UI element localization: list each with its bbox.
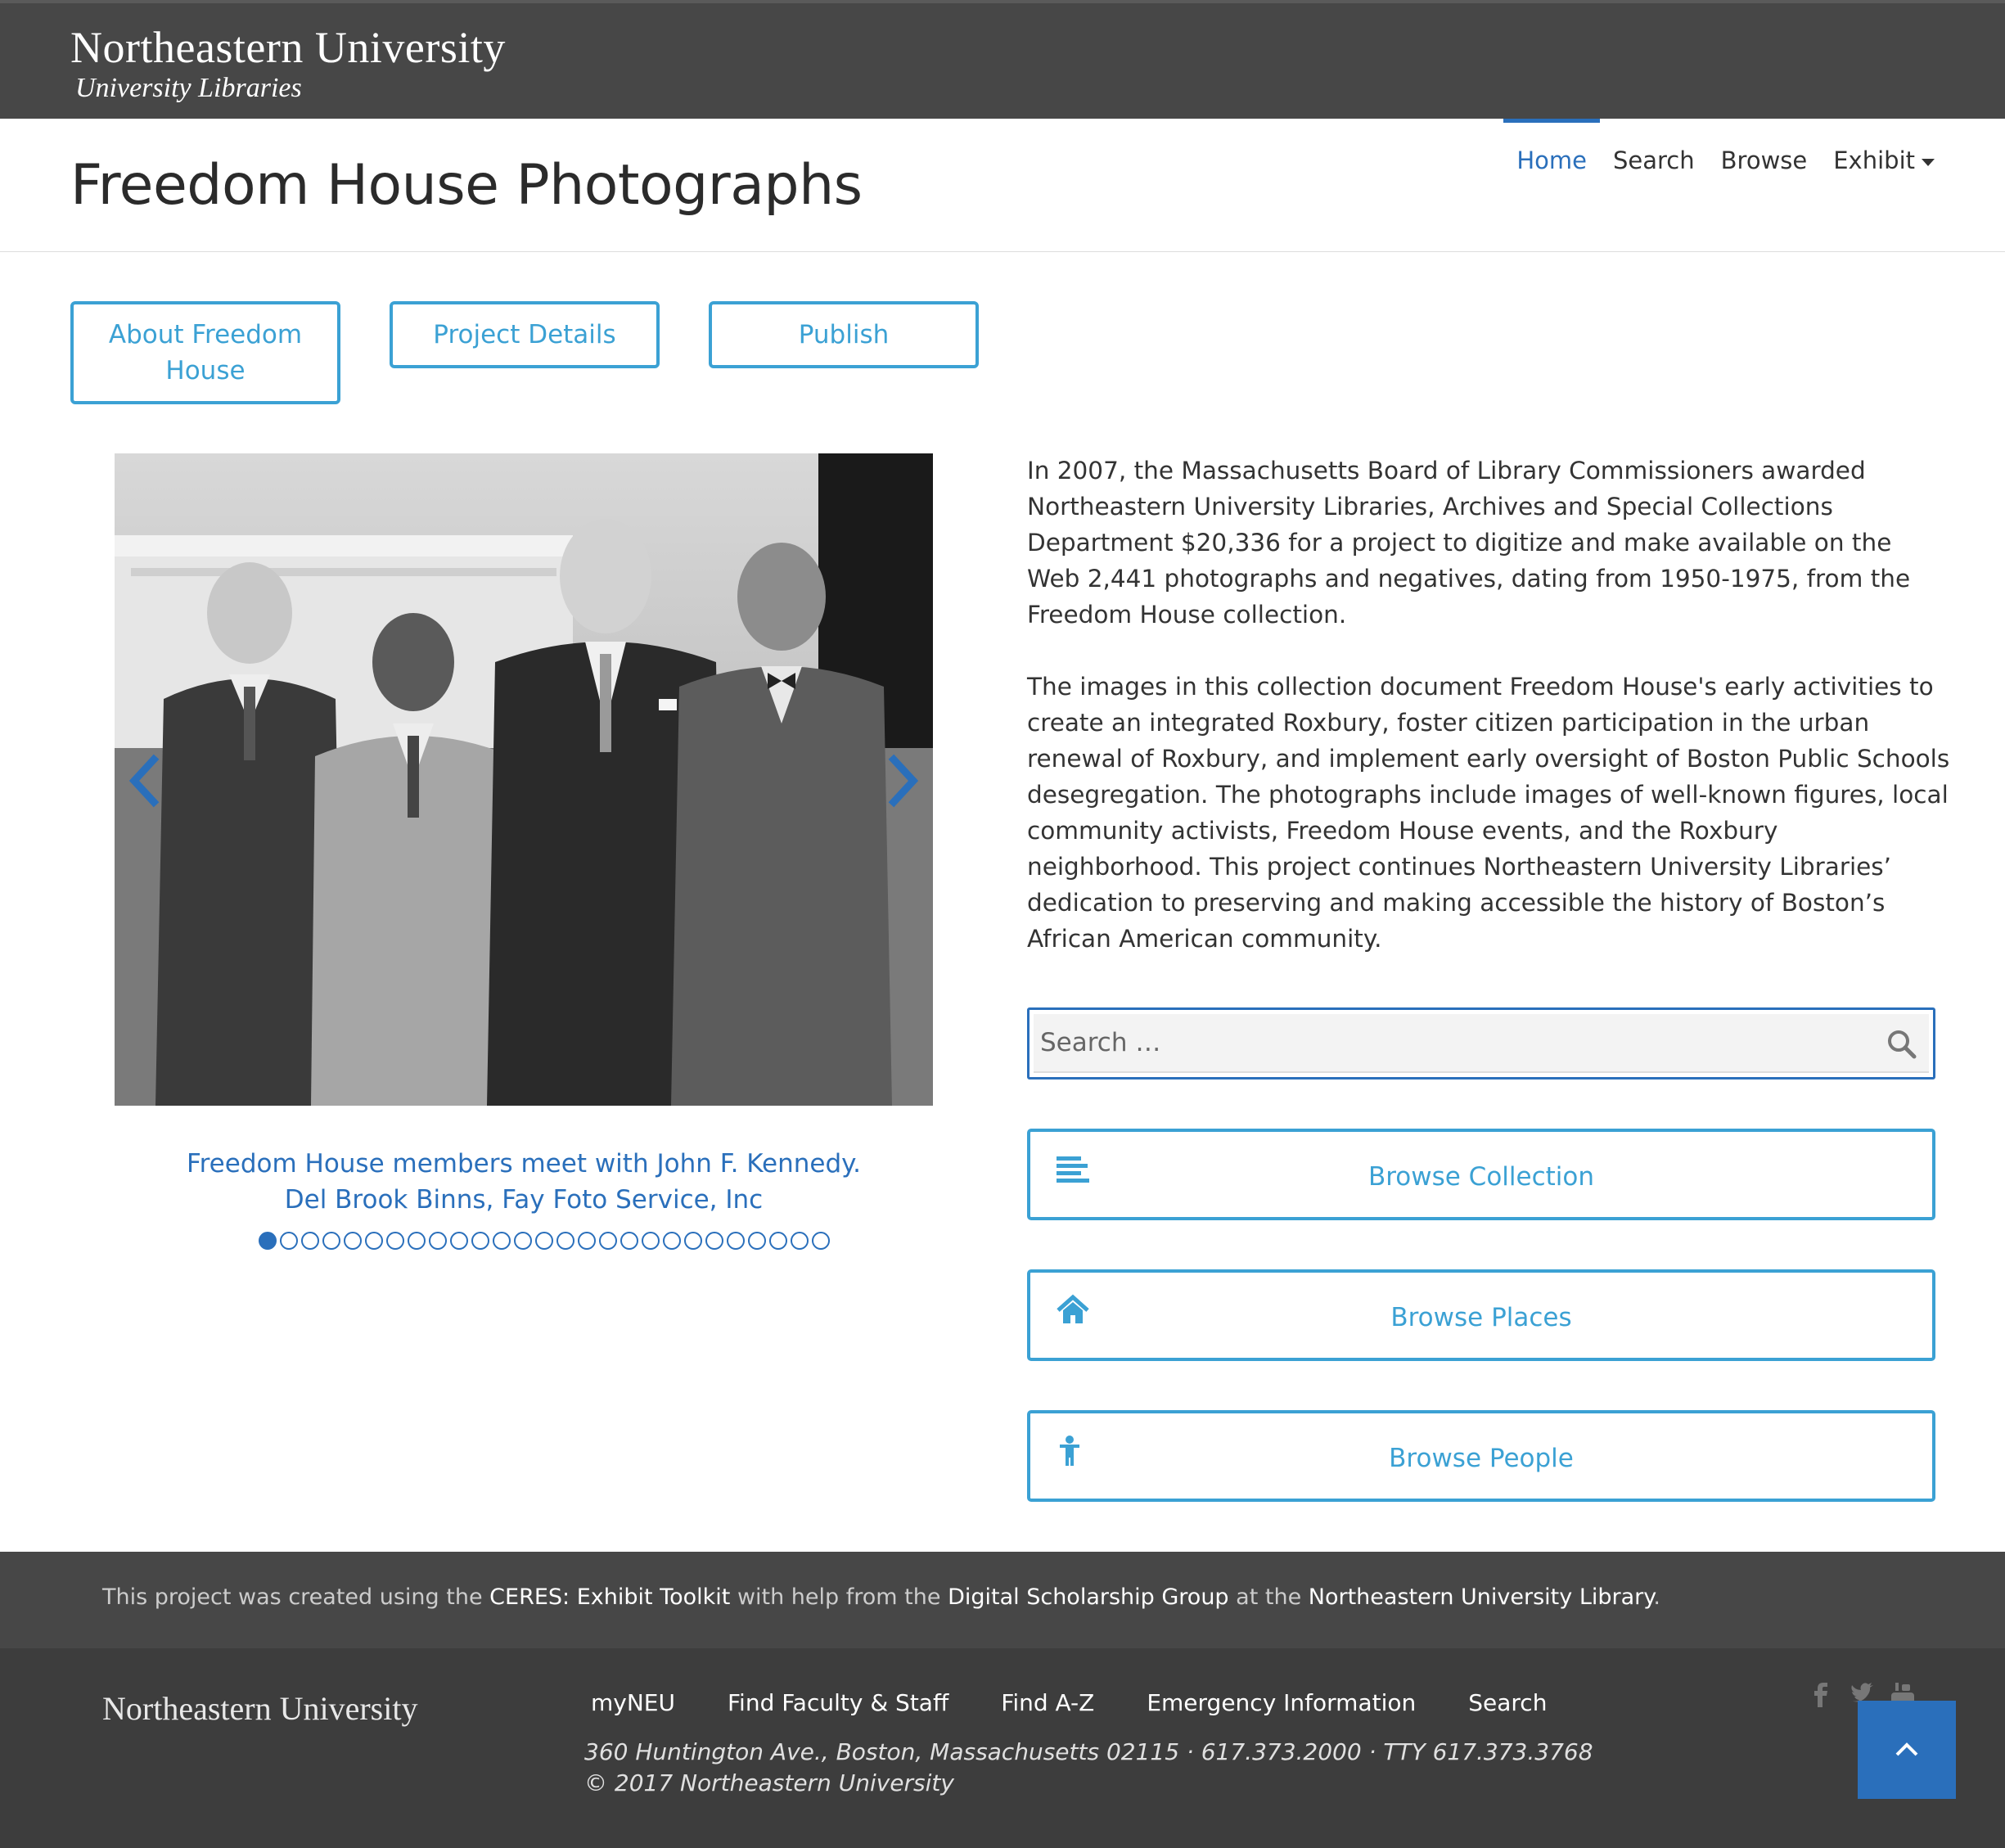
caption-title: Freedom House members meet with John F. …	[187, 1149, 861, 1179]
carousel-indicator-dot[interactable]	[429, 1232, 447, 1250]
university-logo[interactable]: Northeastern University University Libra…	[70, 23, 506, 105]
carousel-indicator-dot[interactable]	[748, 1232, 766, 1250]
chevron-up-icon	[1895, 1742, 1918, 1756]
publish-button[interactable]: Publish	[709, 301, 979, 368]
browse-places-label: Browse Places	[1390, 1303, 1572, 1332]
carousel-indicator-dot[interactable]	[280, 1232, 298, 1250]
credit-prefix: This project was created using the	[102, 1584, 490, 1610]
description-paragraph-1: In 2007, the Massachusetts Board of Libr…	[1027, 457, 1911, 629]
title-bar: Freedom House Photographs Home Search Br…	[0, 119, 2005, 252]
nav-home[interactable]: Home	[1503, 119, 1600, 251]
credit-suffix: .	[1653, 1584, 1660, 1610]
browse-collection-label: Browse Collection	[1367, 1162, 1595, 1192]
carousel-indicator-dot[interactable]	[620, 1232, 638, 1250]
nav-search[interactable]: Search	[1600, 119, 1708, 251]
carousel-indicator-dot[interactable]	[259, 1232, 277, 1250]
carousel-indicator-dot[interactable]	[471, 1232, 489, 1250]
page-title: Freedom House Photographs	[70, 153, 863, 218]
library-link[interactable]: Northeastern University Library	[1309, 1584, 1654, 1610]
nav-exhibit[interactable]: Exhibit	[1820, 119, 1948, 251]
carousel-indicator-dot[interactable]	[599, 1232, 617, 1250]
carousel-caption[interactable]: Freedom House members meet with John F. …	[115, 1146, 933, 1218]
ceres-link[interactable]: CERES: Exhibit Toolkit	[489, 1584, 730, 1610]
carousel-indicator-dot[interactable]	[408, 1232, 426, 1250]
search-box	[1027, 1007, 1935, 1080]
caption-credit: Del Brook Binns, Fay Foto Service, Inc	[284, 1185, 764, 1215]
carousel-indicator-dot[interactable]	[365, 1232, 383, 1250]
project-details-button[interactable]: Project Details	[390, 301, 660, 368]
carousel-indicator-dot[interactable]	[556, 1232, 574, 1250]
nav-browse[interactable]: Browse	[1708, 119, 1821, 251]
copyright-line: © 2017 Northeastern University	[584, 1769, 954, 1796]
browse-places-button[interactable]: Browse Places	[1027, 1269, 1935, 1361]
about-freedom-house-button[interactable]: About Freedom House	[70, 301, 340, 404]
carousel-indicator-dot[interactable]	[578, 1232, 596, 1250]
carousel-photo	[115, 453, 933, 1106]
dsg-link[interactable]: Digital Scholarship Group	[948, 1584, 1229, 1610]
carousel-indicator-dot[interactable]	[301, 1232, 319, 1250]
browse-collection-button[interactable]: Browse Collection	[1027, 1129, 1935, 1220]
description-paragraph-2: The images in this collection document F…	[1027, 673, 1950, 953]
about-button-line2: House	[165, 356, 246, 385]
footer-link-myneu[interactable]: myNEU	[591, 1689, 675, 1716]
carousel-indicator-dot[interactable]	[663, 1232, 681, 1250]
carousel-next-icon[interactable]	[879, 748, 928, 814]
about-button-line1: About Freedom	[108, 320, 303, 349]
carousel-indicator-dot[interactable]	[791, 1232, 809, 1250]
address-line: 360 Huntington Ave., Boston, Massachuset…	[584, 1738, 1593, 1765]
caret-down-icon	[1922, 158, 1935, 166]
main-nav: Home Search Browse Exhibit	[1503, 119, 1948, 251]
carousel-indicators	[259, 1232, 831, 1250]
footer-link-find-az[interactable]: Find A-Z	[1001, 1689, 1094, 1716]
carousel-indicator-dot[interactable]	[684, 1232, 702, 1250]
brand-name: Northeastern University	[70, 23, 506, 72]
footer-link-find-faculty[interactable]: Find Faculty & Staff	[728, 1689, 948, 1716]
carousel-indicator-dot[interactable]	[450, 1232, 468, 1250]
credit-mid2: at the	[1228, 1584, 1309, 1610]
credit-text: This project was created using the CERES…	[102, 1584, 1660, 1610]
project-description: In 2007, the Massachusetts Board of Libr…	[1027, 453, 1952, 993]
carousel-indicator-dot[interactable]	[344, 1232, 362, 1250]
search-icon[interactable]	[1886, 1028, 1918, 1061]
site-header: Northeastern University University Libra…	[0, 0, 2005, 119]
browse-people-label: Browse People	[1389, 1444, 1574, 1473]
carousel-indicator-dot[interactable]	[812, 1232, 830, 1250]
site-footer: Northeastern University myNEU Find Facul…	[0, 1648, 2005, 1848]
brand-subtitle: University Libraries	[75, 73, 302, 103]
carousel-indicator-dot[interactable]	[493, 1232, 511, 1250]
carousel-indicator-dot[interactable]	[727, 1232, 745, 1250]
footer-brand[interactable]: Northeastern University	[102, 1689, 417, 1728]
footer-links: myNEU Find Faculty & Staff Find A-Z Emer…	[591, 1689, 1547, 1716]
back-to-top-button[interactable]	[1858, 1701, 1956, 1799]
footer-link-emergency[interactable]: Emergency Information	[1147, 1689, 1416, 1716]
footer-link-search[interactable]: Search	[1468, 1689, 1547, 1716]
carousel-indicator-dot[interactable]	[386, 1232, 404, 1250]
facebook-icon[interactable]	[1809, 1681, 1833, 1707]
photo-carousel	[115, 453, 933, 1106]
carousel-indicator-dot[interactable]	[535, 1232, 553, 1250]
carousel-prev-icon[interactable]	[119, 748, 169, 814]
carousel-indicator-dot[interactable]	[322, 1232, 340, 1250]
credit-bar: This project was created using the CERES…	[0, 1552, 2005, 1648]
nav-exhibit-label: Exhibit	[1833, 146, 1915, 174]
search-input[interactable]	[1034, 1014, 1929, 1073]
carousel-indicator-dot[interactable]	[514, 1232, 532, 1250]
browse-people-button[interactable]: Browse People	[1027, 1410, 1935, 1502]
carousel-indicator-dot[interactable]	[705, 1232, 723, 1250]
carousel-indicator-dot[interactable]	[642, 1232, 660, 1250]
footer-address: 360 Huntington Ave., Boston, Massachuset…	[584, 1737, 1593, 1799]
credit-mid1: with help from the	[730, 1584, 948, 1610]
carousel-indicator-dot[interactable]	[769, 1232, 787, 1250]
